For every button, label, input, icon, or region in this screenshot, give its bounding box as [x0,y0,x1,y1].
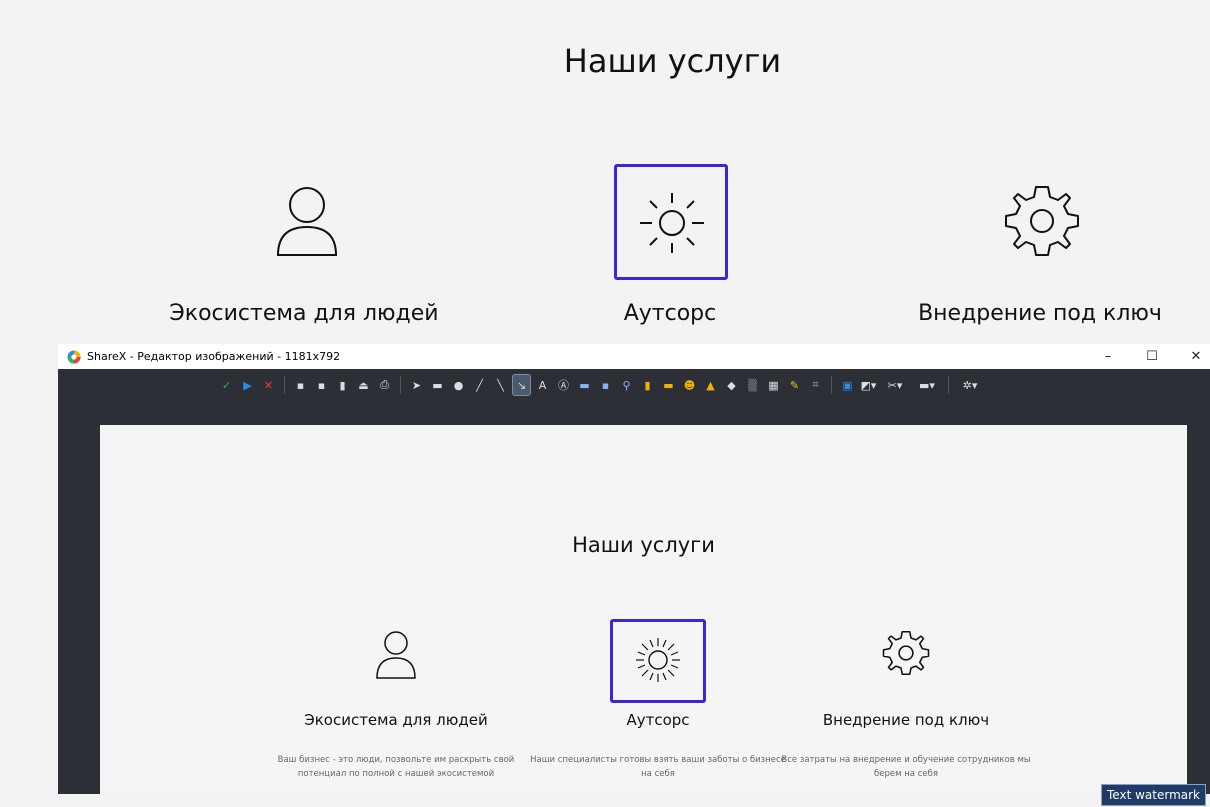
fill-color-icon[interactable]: ◩▾ [860,375,877,395]
border-color-icon[interactable]: ▣ [839,375,856,395]
settings-icon[interactable]: ✲▾ [956,375,984,395]
editor-toolbar: ✓ ▶ ✕ ▪ ▪ ▮ ⏏ ⎙ ➤ ▬ ● ╱ ╲ ↘ A Ⓐ ▬ ▪ ⚲ ▮ … [58,369,1210,403]
canvas-service-desc-outsource: Наши специалисты готовы взять ваши забот… [530,755,786,779]
page-title: Наши услуги [563,42,782,80]
pixelate-icon[interactable]: ▦ [765,375,782,395]
text-background-icon[interactable]: Ⓐ [555,375,572,395]
canvas-page-title: Наши услуги [572,533,715,557]
window-titlebar[interactable]: ShareX - Редактор изображений - 1181x792… [58,344,1210,369]
image-screen-icon[interactable]: ▬ [660,375,677,395]
service-label-ecosystem: Экосистема для людей [169,301,439,326]
service-label-outsource: Аутсорс [623,301,717,326]
cursor-insert-icon[interactable]: ▲ [702,375,719,395]
blur-icon[interactable]: ▒ [744,375,761,395]
sharex-logo-icon [67,350,81,363]
magnify-icon[interactable]: ⚲ [618,375,635,395]
crop-icon[interactable]: ⌗ [807,375,824,395]
line-icon[interactable]: ╲ [492,375,509,395]
canvas-service-label-turnkey: Внедрение под ключ [822,711,990,729]
speech-balloon-icon[interactable]: ▬ [576,375,593,395]
editor-canvas[interactable]: Наши услуги Экосистема для людей Аутсорс… [100,425,1187,794]
ellipse-icon[interactable]: ● [450,375,467,395]
sticker-icon[interactable]: ☻ [681,375,698,395]
cancel-icon[interactable]: ✕ [260,375,277,395]
upload-icon[interactable]: ⏏ [355,375,372,395]
arrow-icon[interactable]: ↘ [512,374,531,396]
edit-tools-icon[interactable]: ✂▾ [881,375,909,395]
sun-icon [640,193,704,253]
person-icon [376,631,416,679]
rectangle-icon[interactable]: ▬ [429,375,446,395]
maximize-button[interactable]: ☐ [1130,344,1174,369]
minimize-button[interactable]: – [1086,344,1130,369]
window-title: ShareX - Редактор изображений - 1181x792 [87,350,341,363]
canvas-service-desc-ecosystem: Ваш бизнес - это люди, позвольте им раск… [277,755,515,779]
person-icon [276,187,338,256]
freehand-icon[interactable]: ╱ [471,375,488,395]
text-watermark: Text watermark [1101,784,1206,806]
gear-icon [1005,186,1079,256]
service-label-turnkey: Внедрение под ключ [918,301,1162,326]
save-icon[interactable]: ▪ [292,375,309,395]
image-options-icon[interactable]: ▬▾ [913,375,941,395]
canvas-service-label-ecosystem: Экосистема для людей [304,711,488,729]
cursor-icon[interactable]: ➤ [408,375,425,395]
canvas-service-desc-turnkey: Все затраты на внедрение и обучение сотр… [781,755,1031,779]
confirm-icon[interactable]: ✓ [218,375,235,395]
text-outline-icon[interactable]: A [534,375,551,395]
print-icon[interactable]: ⎙ [376,375,393,395]
eraser-icon[interactable]: ◆ [723,375,740,395]
step-icon[interactable]: ▪ [597,375,614,395]
highlight-icon[interactable]: ✎ [786,375,803,395]
image-file-icon[interactable]: ▮ [639,375,656,395]
gear-icon [882,630,930,676]
sharex-editor-window: ShareX - Редактор изображений - 1181x792… [58,344,1210,794]
copy-icon[interactable]: ▮ [334,375,351,395]
sun-icon [636,638,680,682]
continue-icon[interactable]: ▶ [239,375,256,395]
save-as-icon[interactable]: ▪ [313,375,330,395]
close-button[interactable]: ✕ [1174,344,1210,369]
